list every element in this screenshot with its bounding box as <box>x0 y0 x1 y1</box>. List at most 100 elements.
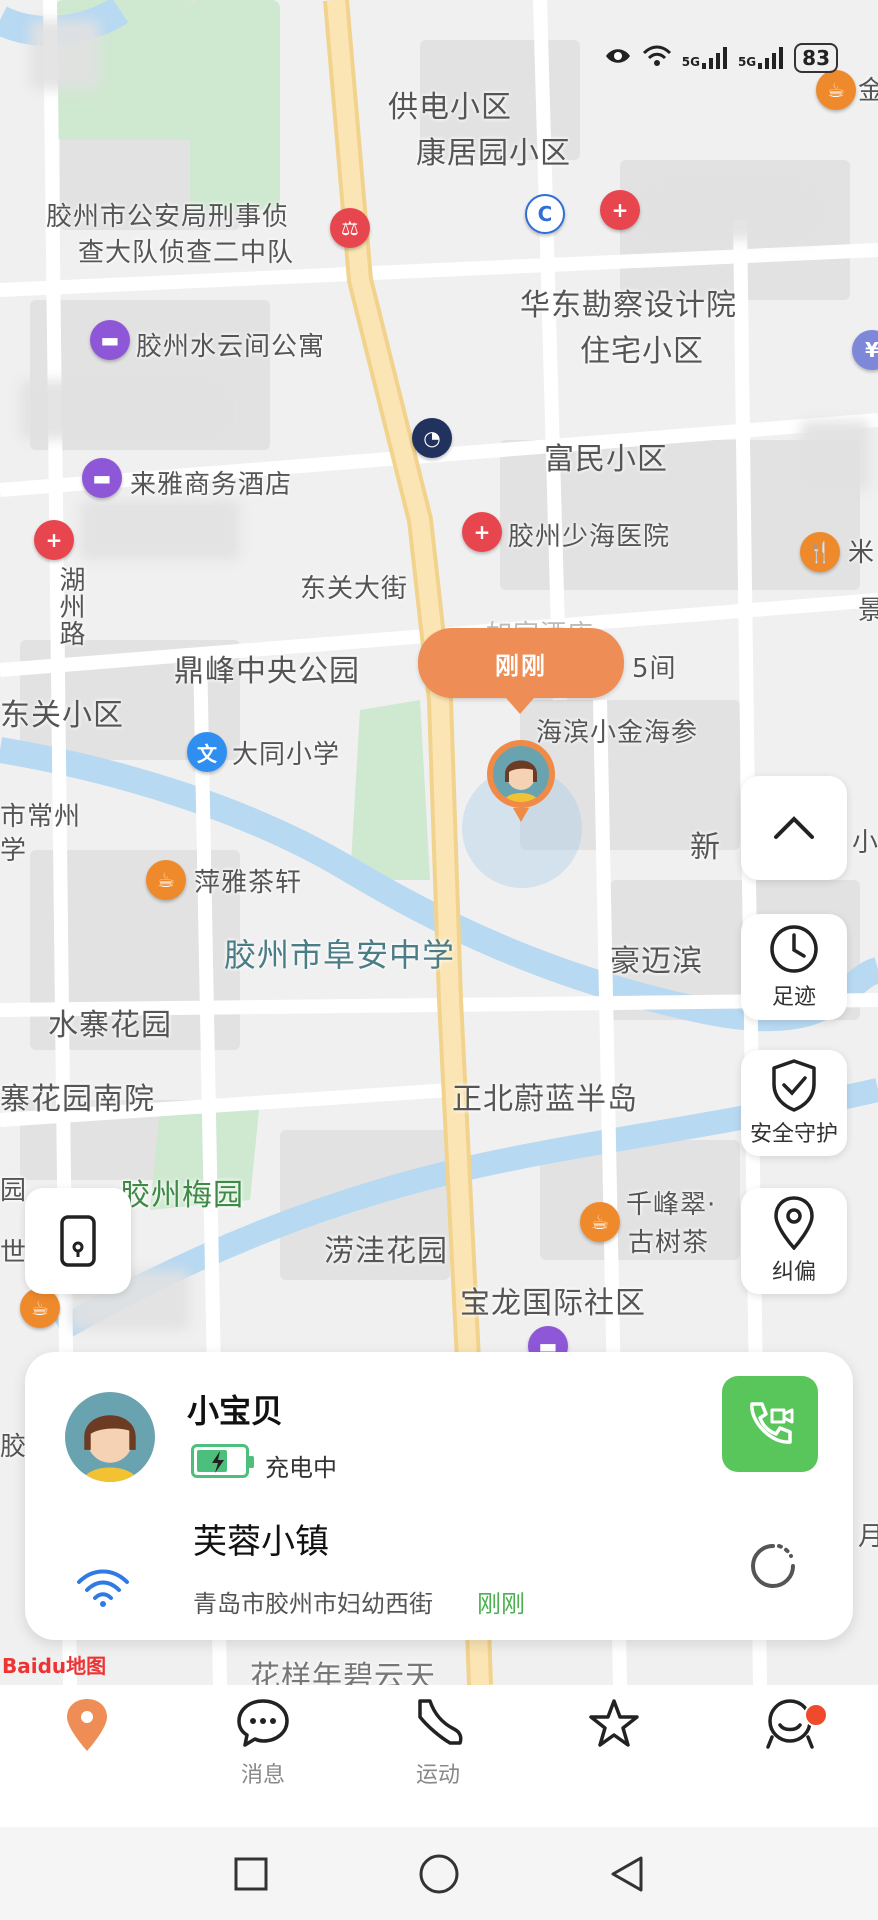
tea-poi-icon[interactable]: ☕ <box>580 1202 620 1242</box>
safety-label: 安全守护 <box>749 1122 838 1147</box>
signal-5g-icon: 5G <box>682 47 728 69</box>
map-label: 古树茶 <box>628 1228 710 1258</box>
wifi-status-icon <box>642 45 672 71</box>
map-label: 世 <box>0 1238 28 1268</box>
map-label: 鼎峰中央公园 <box>174 654 360 689</box>
map-label: 海滨小金海参 <box>536 718 699 748</box>
phone-device-icon <box>60 1215 96 1267</box>
bank-poi-icon[interactable]: C <box>525 194 565 234</box>
map-label: 东关大街 <box>300 574 409 604</box>
map-label: 大同小学 <box>232 740 341 770</box>
map-label: 月 <box>858 1522 878 1552</box>
map-label: 东关小区 <box>0 698 124 733</box>
location-pin-icon <box>67 1699 107 1751</box>
blurred-area <box>20 380 230 440</box>
hotel-poi-icon[interactable]: ▬ <box>82 458 122 498</box>
star-icon <box>589 1699 639 1747</box>
hospital-poi-icon[interactable]: + <box>34 520 74 560</box>
tab-label: 运动 <box>415 1763 460 1788</box>
blurred-area <box>640 180 820 240</box>
map-label: 5间 <box>632 654 677 684</box>
map-label: 涝洼花园 <box>324 1234 448 1269</box>
back-button[interactable] <box>602 1849 652 1899</box>
tab-sport[interactable]: 运动 <box>378 1697 498 1817</box>
square-icon <box>234 1857 268 1891</box>
map-label: 园 <box>0 1176 28 1206</box>
correct-label: 纠偏 <box>771 1260 816 1285</box>
triangle-back-icon <box>611 1856 643 1892</box>
avatar-icon <box>493 746 549 802</box>
location-address: 青岛市胶州市妇幼西街 <box>193 1590 433 1618</box>
bank-poi-icon[interactable]: ◔ <box>412 418 452 458</box>
bottom-tab-bar: 消息 运动 <box>0 1685 878 1827</box>
track-label: 足迹 <box>771 985 816 1010</box>
map-label: 米 <box>848 538 876 568</box>
location-name: 芙蓉小镇 <box>193 1522 329 1562</box>
collapse-button[interactable] <box>741 776 847 880</box>
device-button[interactable] <box>25 1188 131 1294</box>
home-button[interactable] <box>414 1849 464 1899</box>
map-label: 富民小区 <box>544 442 668 477</box>
hotel-poi-icon[interactable]: ▬ <box>90 320 130 360</box>
map-label: 胶州市阜安中学 <box>224 936 456 974</box>
map-label: 豪迈滨 <box>610 944 703 979</box>
safety-guard-button[interactable]: 安全守护 <box>741 1050 847 1156</box>
chevron-up-icon <box>774 816 814 839</box>
recent-apps-button[interactable] <box>226 1849 276 1899</box>
map-label: 宝龙国际社区 <box>460 1286 646 1321</box>
battery-indicator: 83 <box>794 43 838 73</box>
blurred-area <box>80 500 240 560</box>
map-label: 康居园小区 <box>416 136 571 171</box>
map-label: 寨花园南院 <box>0 1082 155 1117</box>
status-bar: 5G 5G 83 <box>604 38 838 78</box>
track-button[interactable]: 足迹 <box>741 914 847 1020</box>
map-label: 学 <box>0 836 28 866</box>
tea-poi-icon[interactable]: ☕ <box>146 860 186 900</box>
map-label: 千峰翠· <box>626 1190 717 1220</box>
tab-profile[interactable] <box>730 1697 850 1817</box>
circle-icon <box>419 1854 459 1894</box>
map-label: 小 <box>852 828 878 858</box>
tab-location[interactable] <box>27 1697 147 1817</box>
hospital-poi-icon[interactable]: + <box>600 190 640 230</box>
police-poi-icon[interactable]: ⚖ <box>330 208 370 248</box>
location-update-time: 刚刚 <box>477 1590 525 1618</box>
map-label: 水寨花园 <box>48 1008 172 1043</box>
video-call-button[interactable] <box>722 1376 818 1472</box>
eye-icon <box>604 46 632 70</box>
notification-badge <box>804 1703 828 1727</box>
map-label: 金 <box>858 76 878 106</box>
hospital-poi-icon[interactable]: + <box>462 512 502 552</box>
charge-status: 充电中 <box>265 1454 337 1482</box>
blurred-area <box>800 420 870 490</box>
child-name: 小宝贝 <box>187 1392 284 1430</box>
tab-messages[interactable]: 消息 <box>203 1697 323 1817</box>
tea-poi-icon[interactable]: ☕ <box>20 1288 60 1328</box>
shield-check-icon <box>772 1059 816 1112</box>
location-time-bubble[interactable]: 刚刚 <box>418 628 624 714</box>
child-info-card[interactable]: 小宝贝 充电中 芙蓉小镇 青岛市胶州市妇幼西街 刚刚 <box>25 1352 853 1640</box>
map-label: 胶州少海医院 <box>508 522 671 552</box>
restaurant-poi-icon[interactable]: 🍴 <box>800 532 840 572</box>
tab-favorites[interactable] <box>554 1697 674 1817</box>
screen: ⚖ C + ▬ ◔ ▬ + + 🍴 文 ☕ ☕ ¥ ☕ ☕ ▬ 供电小区 康居园… <box>0 0 878 1920</box>
phone-video-icon <box>750 1402 794 1444</box>
map-label: 胶 <box>0 1432 28 1462</box>
avatar[interactable] <box>65 1392 155 1482</box>
location-pin-icon <box>774 1196 814 1250</box>
map-label: 萍雅茶轩 <box>194 868 303 898</box>
location-correct-button[interactable]: 纠偏 <box>741 1188 847 1294</box>
school-poi-icon[interactable]: 文 <box>187 732 227 772</box>
child-location-marker[interactable] <box>487 740 555 822</box>
map-label: 胶州市公安局刑事侦 <box>46 202 290 232</box>
map-label: 住宅小区 <box>580 334 704 369</box>
battery-charging-icon <box>191 1444 254 1478</box>
map-label: 新 <box>690 830 721 865</box>
signal-5g-icon: 5G <box>738 47 784 69</box>
baidu-map-logo: Baidu地图 <box>2 1654 107 1678</box>
map-label: 市常州 <box>0 802 82 832</box>
blurred-area <box>30 20 100 90</box>
tab-label: 消息 <box>240 1763 285 1788</box>
refresh-icon[interactable] <box>745 1538 801 1594</box>
map-label: 胶州梅园 <box>120 1178 244 1213</box>
